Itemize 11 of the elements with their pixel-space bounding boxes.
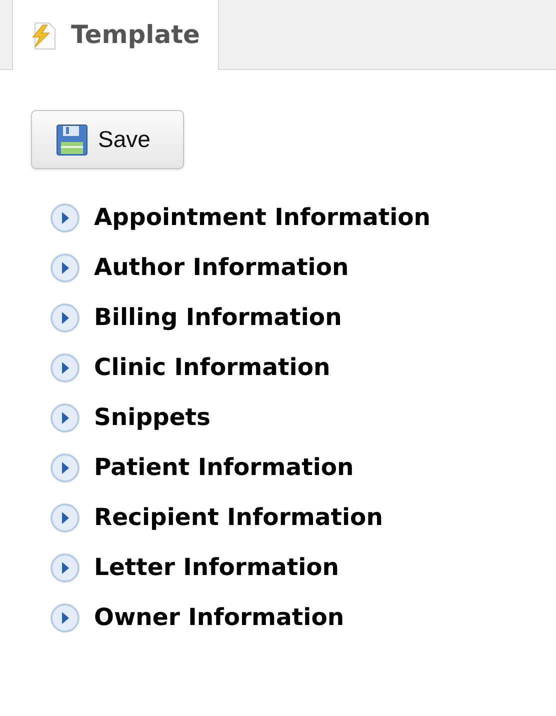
section-title[interactable]: Billing Information: [94, 300, 342, 336]
section-title[interactable]: Patient Information: [94, 450, 354, 486]
section-title[interactable]: Recipient Information: [94, 500, 383, 536]
section-title[interactable]: Snippets: [94, 400, 211, 436]
save-button[interactable]: Save: [31, 110, 184, 169]
tab-bar-background: [0, 0, 12, 70]
section-title[interactable]: Letter Information: [94, 550, 340, 586]
section-title[interactable]: Appointment Information: [94, 200, 431, 236]
section-title[interactable]: Author Information: [94, 250, 349, 286]
section-title[interactable]: Clinic Information: [94, 350, 330, 386]
section-title[interactable]: Owner Information: [94, 600, 344, 636]
